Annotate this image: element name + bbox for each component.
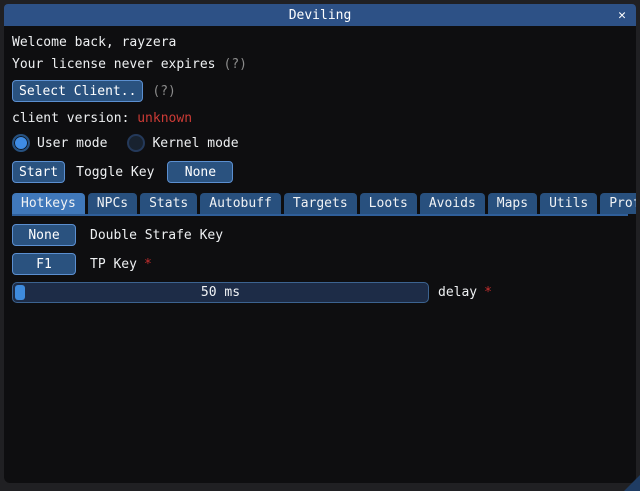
delay-slider[interactable]: 50 ms [12,282,429,303]
tab-npcs[interactable]: NPCs [88,193,137,214]
client-version-row: client version: unknown [12,111,628,126]
tab-bar: Hotkeys NPCs Stats Autobuff Targets Loot… [12,193,628,216]
delay-row: 50 ms delay * [12,282,628,303]
license-help-icon[interactable]: (?) [224,57,247,72]
select-client-help-icon[interactable]: (?) [152,84,175,99]
tp-key-row: F1 TP Key * [12,253,628,275]
double-strafe-row: None Double Strafe Key [12,224,628,246]
kernel-mode-label: Kernel mode [152,136,238,151]
tab-profiles[interactable]: Profiles [600,193,636,214]
tab-maps[interactable]: Maps [488,193,537,214]
user-mode-label: User mode [37,136,107,151]
start-row: Start Toggle Key None [12,161,628,183]
license-row: Your license never expires (?) [12,57,628,72]
welcome-row: Welcome back, rayzera [12,35,628,50]
tp-key-button[interactable]: F1 [12,253,76,275]
client-version-label: client version: [12,111,137,126]
toggle-key-label: Toggle Key [76,165,154,180]
resize-grip[interactable] [624,475,640,491]
tp-key-label: TP Key [90,257,137,272]
start-button[interactable]: Start [12,161,65,183]
radio-unchecked-icon [127,134,145,152]
radio-checked-icon [12,134,30,152]
close-icon[interactable]: ✕ [618,4,626,26]
license-text: Your license never expires [12,57,216,72]
user-mode-radio[interactable]: User mode [12,134,107,152]
welcome-text: Welcome back, rayzera [12,35,176,50]
mode-radio-group: User mode Kernel mode [12,134,628,152]
tab-autobuff[interactable]: Autobuff [200,193,281,214]
tab-targets[interactable]: Targets [284,193,357,214]
tab-hotkeys[interactable]: Hotkeys [12,193,85,214]
title-bar[interactable]: Deviling ✕ [4,4,636,26]
kernel-mode-radio[interactable]: Kernel mode [127,134,238,152]
window-content: Welcome back, rayzera Your license never… [4,26,636,483]
tab-utils[interactable]: Utils [540,193,597,214]
double-strafe-label: Double Strafe Key [90,228,223,243]
delay-required-asterisk: * [484,285,492,300]
delay-label: delay [438,285,477,300]
window-title: Deviling [289,8,352,23]
tab-avoids[interactable]: Avoids [420,193,485,214]
tab-loots[interactable]: Loots [360,193,417,214]
double-strafe-key-button[interactable]: None [12,224,76,246]
tp-key-required-asterisk: * [144,257,152,272]
select-client-row: Select Client.. (?) [12,80,628,102]
tab-stats[interactable]: Stats [140,193,197,214]
toggle-key-button[interactable]: None [167,161,233,183]
delay-slider-value: 50 ms [13,283,428,302]
client-version-value: unknown [137,111,192,126]
select-client-button[interactable]: Select Client.. [12,80,143,102]
